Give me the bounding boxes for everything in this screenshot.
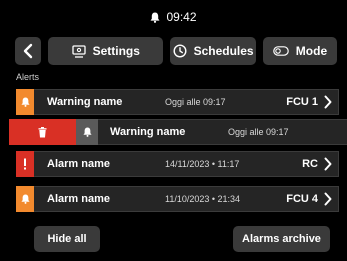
alarm-severity-stripe [16,151,34,177]
chevron-left-icon [23,43,33,59]
alert-name: Warning name [110,126,186,138]
alert-name: Alarm name [47,158,110,170]
alert-name: Alarm name [47,193,110,205]
schedules-button[interactable]: Schedules [170,37,256,65]
settings-button[interactable]: Settings [48,37,164,65]
exclamation-icon [24,158,26,170]
bell-icon [82,127,92,137]
alert-row[interactable]: Alarm name 11/10/2023 • 21:34 FCU 4 [16,186,339,212]
alert-target: RC [302,158,318,170]
alert-target: FCU 4 [286,193,318,205]
alert-name: Warning name [47,96,123,108]
clock-time: 09:42 [166,10,197,24]
back-button[interactable] [15,37,42,65]
status-bar: 09:42 [0,0,347,34]
mode-button[interactable]: Mode [262,37,337,65]
delete-button[interactable] [9,119,76,145]
alarms-archive-button[interactable]: Alarms archive [233,226,330,252]
schedules-label: Schedules [193,44,254,58]
alarm-severity-stripe [16,186,34,212]
alerts-section-label: Alerts [16,72,40,82]
alert-row[interactable]: Alarm name 14/11/2023 • 11:17 RC [16,151,339,177]
mode-label: Mode [295,44,328,58]
alert-time: 14/11/2023 • 11:17 [165,159,240,169]
alert-target: FCU 1 [286,96,318,108]
bell-icon [20,97,30,107]
trash-icon [38,126,47,137]
alert-time: Oggi alle 09:17 [228,127,289,137]
chevron-right-icon [324,192,332,206]
chevron-right-icon [324,157,332,171]
alert-time: Oggi alle 09:17 [165,97,226,107]
alert-row[interactable]: Warning name Oggi alle 09:17 FCU 1 [16,89,339,115]
monitor-icon [71,44,86,58]
settings-label: Settings [92,44,140,58]
chevron-right-icon [324,95,332,109]
clock-icon [173,44,187,58]
top-nav: Settings Schedules Mode [15,37,337,65]
alert-time: 11/10/2023 • 21:34 [165,194,241,204]
bell-icon [150,12,160,23]
bell-icon [20,194,30,204]
hide-all-button[interactable]: Hide all [34,226,100,252]
warning-severity-stripe [16,89,34,115]
toggle-icon [272,46,289,56]
alert-row-swiped[interactable]: Warning name Oggi alle 09:17 [9,119,347,145]
warning-severity-stripe [76,119,98,145]
